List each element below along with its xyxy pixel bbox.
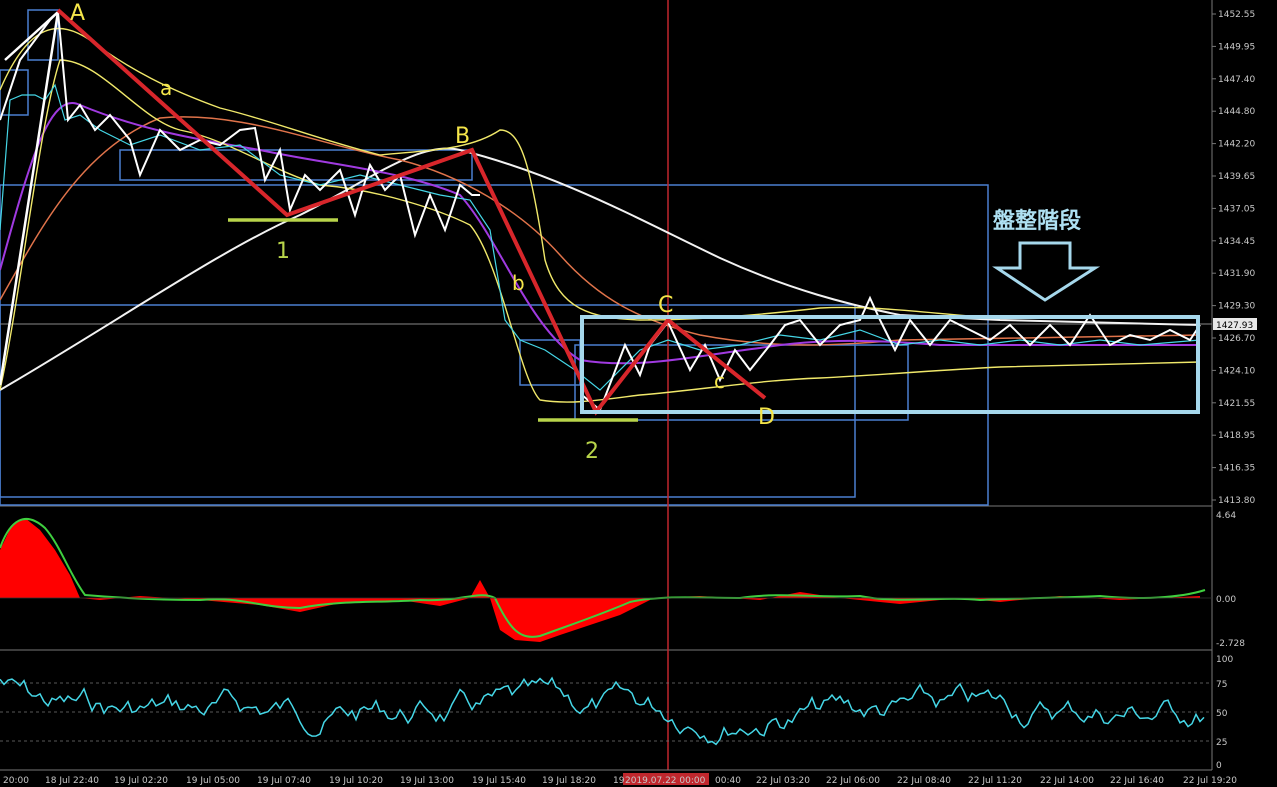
- wave-label-1: 1: [276, 239, 290, 264]
- price-axis: 1452.55 1449.95 1447.40 1444.80 1442.20 1439.…: [1212, 10, 1255, 506]
- down-arrow-icon: [992, 241, 1101, 302]
- price-tick-label: 1442.20: [1218, 140, 1255, 150]
- wave-label-c: c: [714, 369, 725, 393]
- macd-axis-bottom: -2.728: [1216, 639, 1245, 649]
- macd-axis-top: 4.64: [1216, 511, 1236, 521]
- wave-label-A: A: [70, 1, 85, 26]
- time-tick-label: 19 Jul 02:20: [114, 776, 168, 786]
- macd-axis-zero: 0.00: [1216, 595, 1236, 605]
- blue-box: [0, 304, 856, 498]
- wave-label-a: a: [160, 76, 172, 100]
- time-tick-label: 22 Jul 16:40: [1110, 776, 1164, 786]
- price-tick-label: 1421.55: [1218, 399, 1255, 409]
- time-tick-label: 19 Jul 15:40: [472, 776, 526, 786]
- osc-axis-25: 25: [1216, 738, 1227, 748]
- wave-label-b: b: [512, 271, 525, 295]
- time-tick-label: 22 Jul 11:20: [968, 776, 1022, 786]
- time-tick-label: 22 Jul 06:00: [826, 776, 880, 786]
- price-tick-label: 1429.30: [1218, 302, 1255, 312]
- zigzag-line: [56, 8, 767, 416]
- price-tick-label: 1431.90: [1218, 269, 1255, 279]
- price-tick-label: 1439.65: [1218, 172, 1255, 182]
- wave-label-B: B: [455, 124, 470, 149]
- wave-label-D: D: [758, 405, 775, 430]
- time-axis: 20:00 18 Jul 22:40 19 Jul 02:20 19 Jul 05:0…: [3, 776, 1237, 786]
- osc-axis-100: 100: [1216, 655, 1233, 665]
- macd-histogram-positive: [0, 518, 80, 598]
- price-tick-label: 1416.35: [1218, 464, 1255, 474]
- white-wave-line: [0, 11, 60, 386]
- consolidation-label: 盤整階段: [993, 208, 1081, 234]
- osc-axis-0: 0: [1216, 761, 1222, 771]
- chart-canvas: A a 1 B b 2 C c D 盤整階段 1452.55 1449.95 144…: [0, 0, 1257, 786]
- time-tick-label: 22 Jul 03:20: [756, 776, 810, 786]
- time-tick-label: 19: [613, 776, 625, 786]
- price-tick-label: 1447.40: [1218, 75, 1255, 85]
- price-tick-label: 1426.70: [1218, 334, 1255, 344]
- oscillator-line: [0, 676, 1205, 746]
- price-tick-label: 1444.80: [1218, 107, 1255, 117]
- osc-axis-75: 75: [1216, 680, 1227, 690]
- time-tick-label: 2019.07.22 00:00: [625, 776, 706, 786]
- price-tick-label: 1413.80: [1218, 496, 1255, 506]
- time-tick-label: 19 Jul 05:00: [186, 776, 240, 786]
- time-tick-label: 19 Jul 10:20: [329, 776, 383, 786]
- wave-label-C: C: [658, 293, 673, 318]
- price-tick-label: 1424.10: [1218, 366, 1255, 376]
- price-tick-label: 1437.05: [1218, 204, 1255, 214]
- current-price-value: 1427.93: [1216, 321, 1253, 331]
- time-tick-label: 20:00: [3, 776, 29, 786]
- wave-label-2: 2: [585, 439, 599, 464]
- time-tick-label: 00:40: [715, 776, 741, 786]
- time-tick-label: 19 Jul 07:40: [257, 776, 311, 786]
- time-tick-label: 22 Jul 19:20: [1183, 776, 1237, 786]
- osc-axis-50: 50: [1216, 709, 1228, 719]
- time-tick-label: 18 Jul 22:40: [45, 776, 99, 786]
- time-tick-label: 19 Jul 18:20: [542, 776, 596, 786]
- blue-box: [574, 344, 909, 421]
- price-tick-label: 1434.45: [1218, 237, 1255, 247]
- price-tick-label: 1452.55: [1218, 10, 1255, 20]
- time-tick-label: 22 Jul 08:40: [897, 776, 951, 786]
- price-tick-label: 1449.95: [1218, 42, 1255, 52]
- time-tick-label: 22 Jul 14:00: [1040, 776, 1094, 786]
- price-tick-label: 1418.95: [1218, 431, 1255, 441]
- time-tick-label: 19 Jul 13:00: [400, 776, 454, 786]
